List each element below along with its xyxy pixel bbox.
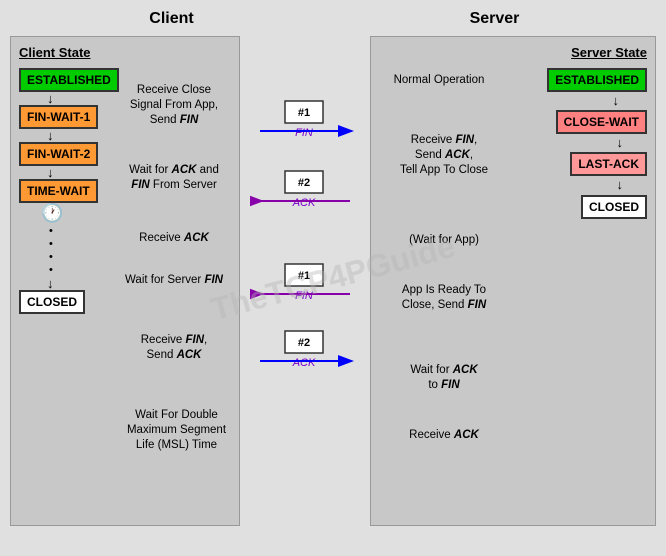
client-desc4: Wait for Server FIN xyxy=(109,273,239,288)
panels: Client State ESTABLISHED ↓ FIN-WAIT-1 xyxy=(10,36,656,526)
client-title: Client xyxy=(22,10,322,28)
server-panel-title: Server State xyxy=(379,45,647,60)
svg-text:FIN: FIN xyxy=(295,127,313,139)
client-panel-title: Client State xyxy=(19,45,231,60)
main-container: Client Server Client State ESTABLISHED ↓ xyxy=(0,0,666,556)
server-desc6: Receive ACK xyxy=(379,428,509,443)
server-lastack-box: LAST-ACK xyxy=(570,152,647,176)
arrow-channel: #1 FIN xyxy=(250,36,360,526)
server-desc4: App Is Ready ToClose, Send FIN xyxy=(379,283,509,313)
client-finwait1-box: FIN-WAIT-1 xyxy=(19,105,98,129)
svg-text:ACK: ACK xyxy=(292,357,316,369)
server-established-box: ESTABLISHED xyxy=(547,68,647,92)
svg-text:#2: #2 xyxy=(298,337,310,349)
svg-text:FIN: FIN xyxy=(295,290,313,302)
server-closed-box: CLOSED xyxy=(581,195,647,219)
server-desc1: Normal Operation xyxy=(379,73,499,88)
server-title: Server xyxy=(345,10,645,28)
client-desc1: Receive CloseSignal From App,Send FIN xyxy=(109,83,239,128)
client-desc6: Wait For DoubleMaximum SegmentLife (MSL)… xyxy=(109,408,244,453)
server-desc5: Wait for ACKto FIN xyxy=(379,363,509,393)
title-row: Client Server xyxy=(10,10,656,28)
client-finwait2-box: FIN-WAIT-2 xyxy=(19,142,98,166)
server-closewait-box: CLOSE-WAIT xyxy=(556,110,647,134)
svg-text:#1: #1 xyxy=(298,270,310,282)
client-desc2: Wait for ACK andFIN From Server xyxy=(109,163,239,193)
client-panel: Client State ESTABLISHED ↓ FIN-WAIT-1 xyxy=(10,36,240,526)
client-desc3: Receive ACK xyxy=(109,231,239,246)
client-closed-box: CLOSED xyxy=(19,290,85,314)
client-established-box: ESTABLISHED xyxy=(19,68,119,92)
client-desc5: Receive FIN,Send ACK xyxy=(109,333,239,363)
server-desc3: (Wait for App) xyxy=(379,233,509,248)
svg-text:#2: #2 xyxy=(298,177,310,189)
arrows-svg: #1 FIN xyxy=(250,36,360,526)
svg-text:ACK: ACK xyxy=(292,197,316,209)
server-panel: Server State ESTABLISHED ↓ CLOSE-WAIT xyxy=(370,36,656,526)
client-timewait-box: TIME-WAIT xyxy=(19,179,98,203)
server-desc2: Receive FIN,Send ACK,Tell App To Close xyxy=(379,133,509,178)
svg-text:#1: #1 xyxy=(298,107,310,119)
